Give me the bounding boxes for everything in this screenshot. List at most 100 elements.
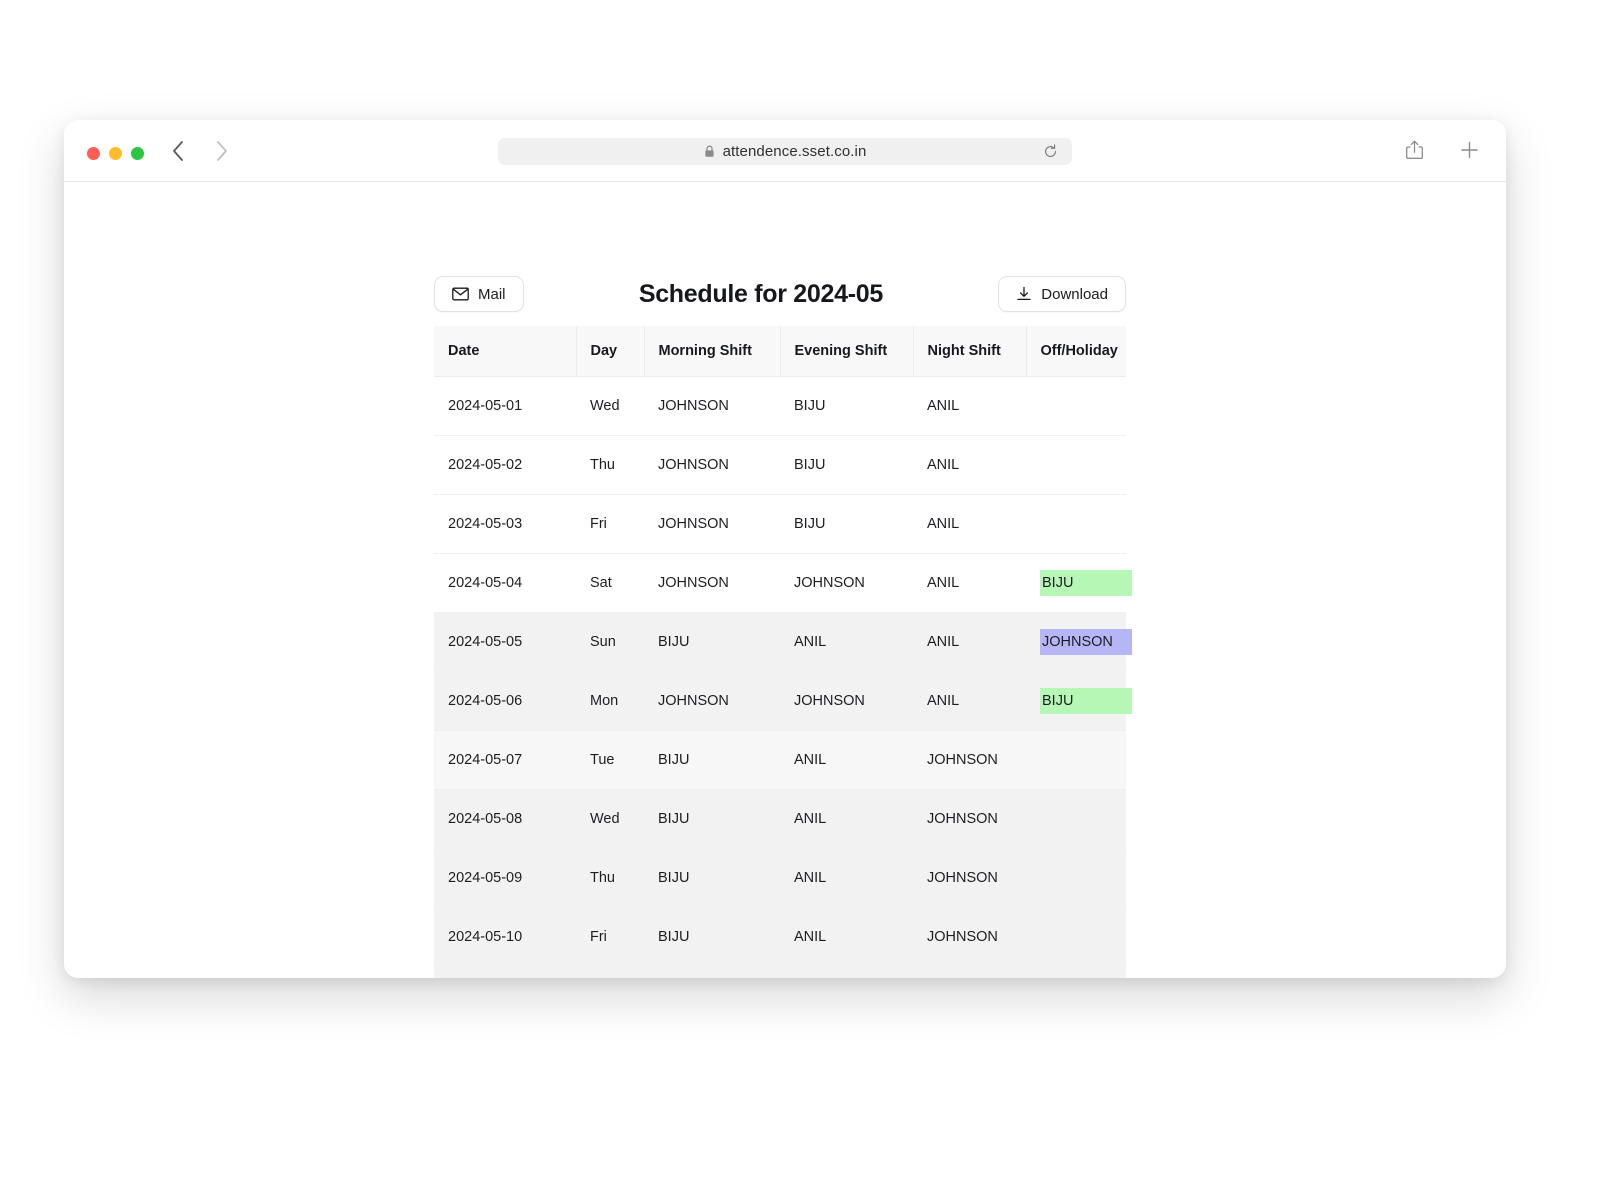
cell-off-holiday: JOHNSON xyxy=(1026,612,1132,672)
table-row[interactable]: 2024-05-08 Wed BIJU ANIL JOHNSON xyxy=(434,789,1126,849)
cell-day: Sun xyxy=(576,612,644,672)
navigation-arrows xyxy=(169,138,231,164)
column-header-day[interactable]: Day xyxy=(576,326,645,377)
table-row[interactable]: 2024-05-06 Mon JOHNSON JOHNSON ANIL BIJU xyxy=(434,671,1132,731)
cell-date: 2024-05-03 xyxy=(434,494,576,554)
cell-night: JOHNSON xyxy=(913,789,1026,849)
share-icon[interactable] xyxy=(1404,138,1425,162)
table-header-row: Date Day Morning Shift Evening Shift Nig… xyxy=(434,326,1126,377)
column-header-night[interactable]: Night Shift xyxy=(913,326,1027,377)
table-row[interactable]: 2024-05-04 Sat JOHNSON JOHNSON ANIL BIJU xyxy=(434,553,1132,613)
download-button-label: Download xyxy=(1041,285,1108,303)
cell-off-holiday xyxy=(1026,494,1126,554)
cell-off-holiday xyxy=(1026,907,1126,967)
cell-evening: ANIL xyxy=(780,612,913,672)
cell-day: Fri xyxy=(576,494,644,554)
off-holiday-badge: JOHNSON xyxy=(1040,629,1132,655)
table-row[interactable]: 2024-05-07 Tue BIJU ANIL JOHNSON xyxy=(434,730,1126,790)
cell-evening: ANIL xyxy=(780,907,913,967)
cell-morning: JOHNSON xyxy=(644,494,780,554)
schedule-toolbar: Mail Schedule for 2024-05 Download xyxy=(434,266,1126,322)
table-row[interactable]: 2024-05-05 Sun BIJU ANIL ANIL JOHNSON xyxy=(434,612,1132,672)
schedule-container: Mail Schedule for 2024-05 Download Date … xyxy=(434,182,1132,978)
cell-morning: JOHNSON xyxy=(644,376,780,436)
url-text: attendence.sset.co.in xyxy=(722,143,867,160)
cell-evening: JOHNSON xyxy=(780,671,913,731)
cell-night: ANIL xyxy=(913,553,1026,613)
table-row[interactable]: 2024-05-11SatBIJUBIJUJOHNSONANIL xyxy=(434,966,1126,978)
cell-night: ANIL xyxy=(913,435,1026,495)
cell-day: Sat xyxy=(576,553,644,613)
address-bar[interactable]: attendence.sset.co.in xyxy=(498,138,1072,165)
cell-off-holiday: BIJU xyxy=(1026,553,1132,613)
cell-date: 2024-05-06 xyxy=(434,671,576,731)
cell-day: Tue xyxy=(576,730,644,790)
minimize-window-button[interactable] xyxy=(109,147,122,160)
cell-evening: ANIL xyxy=(780,848,913,908)
cell-off-holiday xyxy=(1026,376,1126,436)
column-header-date[interactable]: Date xyxy=(434,326,577,377)
table-row[interactable]: 2024-05-10 Fri BIJU ANIL JOHNSON xyxy=(434,907,1126,967)
cell-night: JOHNSON xyxy=(913,730,1026,790)
schedule-table: Date Day Morning Shift Evening Shift Nig… xyxy=(434,326,1132,978)
cell-date: 2024-05-07 xyxy=(434,730,576,790)
cell-night: ANIL xyxy=(913,671,1026,731)
table-row[interactable]: 2024-05-02 Thu JOHNSON BIJU ANIL xyxy=(434,435,1126,495)
cell-off-holiday xyxy=(1026,435,1126,495)
cell-date: 2024-05-04 xyxy=(434,553,576,613)
cell-day: Wed xyxy=(576,789,644,849)
page-content: Mail Schedule for 2024-05 Download Date … xyxy=(64,182,1506,978)
cell-evening: BIJU xyxy=(780,494,913,554)
cell-morning: JOHNSON xyxy=(644,435,780,495)
mail-button[interactable]: Mail xyxy=(434,276,524,312)
cell-morning: BIJU xyxy=(644,907,780,967)
cell-off-holiday xyxy=(1026,730,1126,790)
maximize-window-button[interactable] xyxy=(131,147,144,160)
cell-night: ANIL xyxy=(913,612,1026,672)
off-holiday-badge: BIJU xyxy=(1040,570,1132,596)
mail-button-label: Mail xyxy=(478,285,506,303)
table-row[interactable]: 2024-05-09 Thu BIJU ANIL JOHNSON xyxy=(434,848,1126,908)
column-header-evening[interactable]: Evening Shift xyxy=(780,326,914,377)
table-row[interactable]: 2024-05-01 Wed JOHNSON BIJU ANIL xyxy=(434,376,1126,436)
cell-evening: BIJU xyxy=(780,376,913,436)
download-button[interactable]: Download xyxy=(998,276,1126,312)
cell-morning: BIJU xyxy=(644,789,780,849)
cell-evening: JOHNSON xyxy=(780,553,913,613)
column-header-off[interactable]: Off/Holiday xyxy=(1026,326,1126,377)
cell-off-holiday xyxy=(1026,789,1126,849)
cell-date: 2024-05-01 xyxy=(434,376,576,436)
lock-icon xyxy=(704,145,715,158)
cell-off-holiday xyxy=(1026,848,1126,908)
cell-day: Mon xyxy=(576,671,644,731)
cell-night: ANIL xyxy=(913,376,1026,436)
cell-evening: BIJU xyxy=(780,966,913,978)
page-title: Schedule for 2024-05 xyxy=(638,279,883,308)
column-header-morning[interactable]: Morning Shift xyxy=(644,326,781,377)
cell-date: 2024-05-08 xyxy=(434,789,576,849)
download-icon xyxy=(1016,286,1032,302)
cell-morning: BIJU xyxy=(644,966,780,978)
reload-icon[interactable] xyxy=(1043,144,1058,159)
chevron-left-icon[interactable] xyxy=(169,138,187,164)
plus-icon[interactable] xyxy=(1459,138,1480,162)
cell-night: JOHNSON xyxy=(913,966,1026,978)
table-row[interactable]: 2024-05-03 Fri JOHNSON BIJU ANIL xyxy=(434,494,1126,554)
cell-morning: BIJU xyxy=(644,848,780,908)
close-window-button[interactable] xyxy=(87,147,100,160)
cell-off-holiday: BIJU xyxy=(1026,671,1132,731)
cell-day: Thu xyxy=(576,435,644,495)
traffic-lights xyxy=(87,147,144,160)
chevron-right-icon[interactable] xyxy=(213,138,231,164)
cell-evening: BIJU xyxy=(780,435,913,495)
schedule-table-head: Date Day Morning Shift Evening Shift Nig… xyxy=(434,326,1126,377)
cell-date: 2024-05-05 xyxy=(434,612,576,672)
schedule-table-body: 2024-05-01 Wed JOHNSON BIJU ANIL 2024-05-02 Th… xyxy=(434,376,1132,978)
cell-morning: BIJU xyxy=(644,612,780,672)
cell-date: 2024-05-02 xyxy=(434,435,576,495)
browser-toolbar-right xyxy=(1404,138,1480,162)
off-holiday-badge: BIJU xyxy=(1040,688,1132,714)
cell-morning: BIJU xyxy=(644,730,780,790)
envelope-icon xyxy=(452,287,469,301)
cell-morning: JOHNSON xyxy=(644,553,780,613)
